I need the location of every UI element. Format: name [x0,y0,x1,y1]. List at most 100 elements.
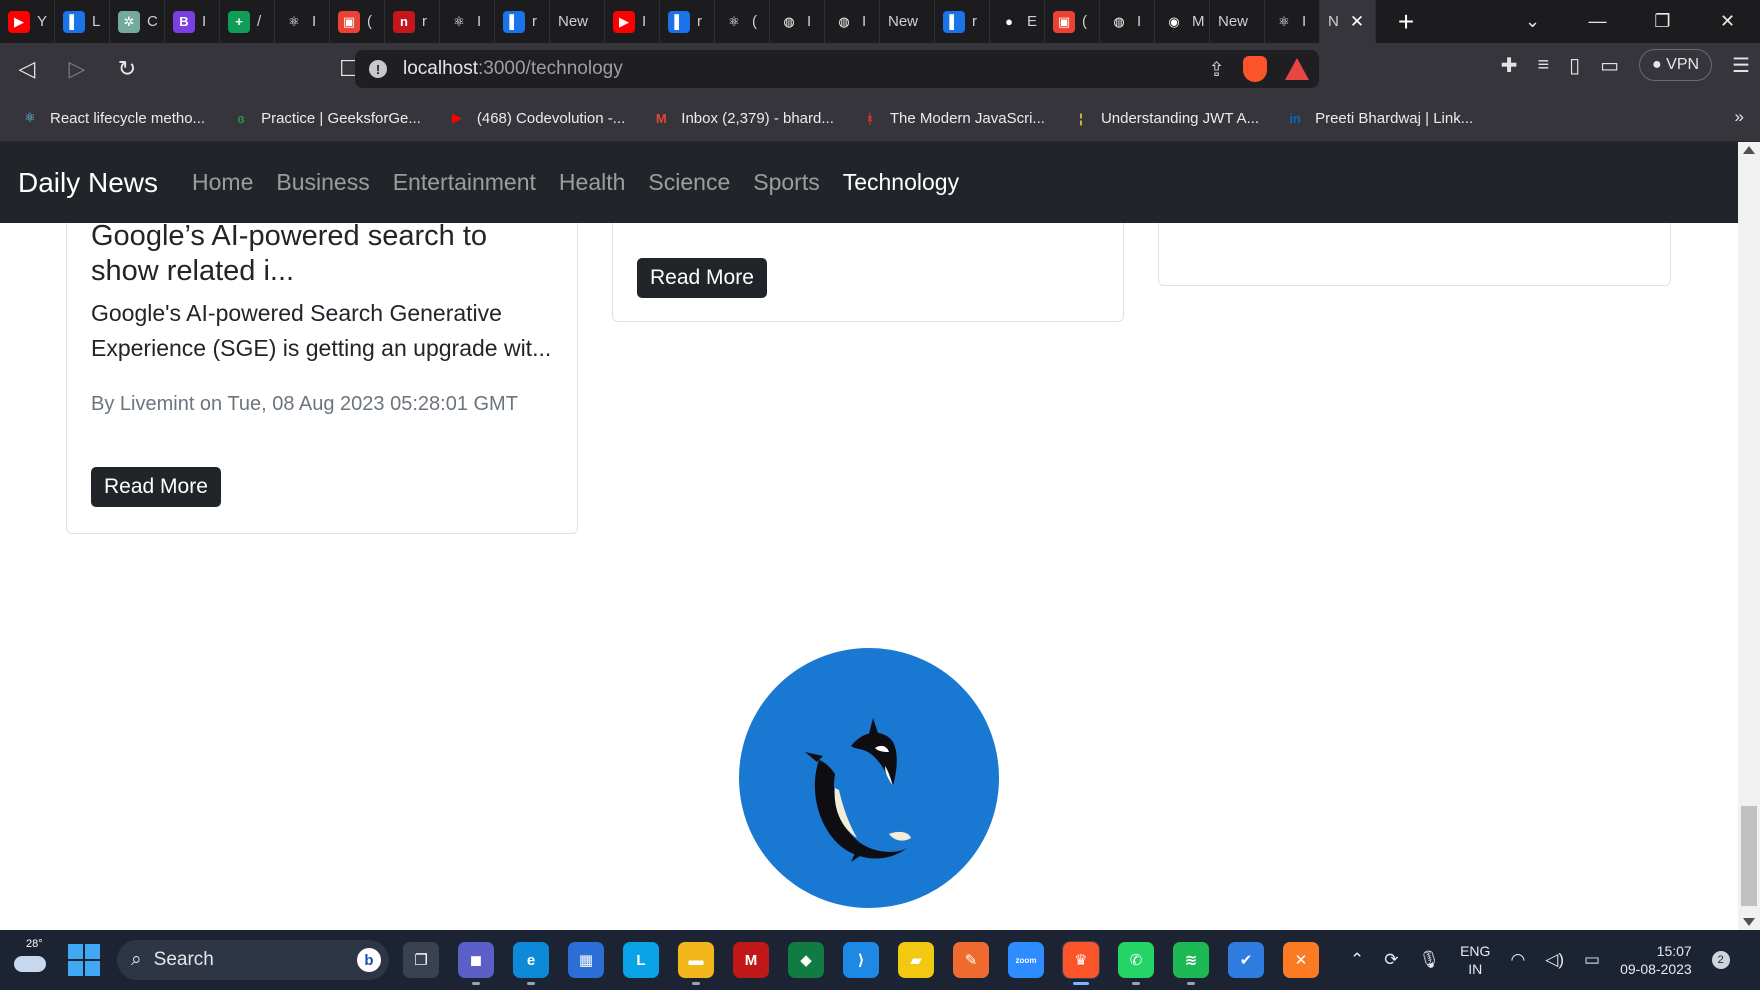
browser-tab[interactable]: New [1210,0,1265,43]
meet-icon[interactable]: ◼ [458,942,494,985]
bookmark-item[interactable]: ¦ Understanding JWT A... [1071,108,1259,128]
mcafee-icon[interactable]: M [733,942,769,978]
browser-tab[interactable]: nr [385,0,440,43]
browser-tab[interactable]: ⚛( [715,0,770,43]
wallet-icon[interactable]: ▭ [1600,53,1619,78]
bookmark-item[interactable]: ɞ Practice | GeeksforGe... [231,108,421,128]
language-indicator[interactable]: ENG IN [1460,942,1490,978]
microphone-icon[interactable]: 🎙︎ [1419,950,1441,970]
bookmark-item[interactable]: ⚛ React lifecycle metho... [20,108,205,128]
restore-button[interactable]: ❐ [1630,11,1695,32]
bookmark-item[interactable]: M Inbox (2,379) - bhard... [651,108,834,128]
site-info-icon[interactable]: ! [369,60,387,78]
file-explorer-icon[interactable]: ▬ [678,942,714,985]
vscode-icon[interactable]: ⟩ [843,942,879,978]
scroll-down-arrow-icon[interactable] [1743,918,1755,926]
read-more-button[interactable]: Read More [91,467,221,507]
browser-tab[interactable]: New [550,0,605,43]
browser-tab[interactable]: ◍ I [825,0,880,43]
task-view-icon[interactable]: ❐ [403,942,439,978]
address-bar[interactable]: ! localhost:3000/technology ⇪ [355,50,1319,88]
browser-tab[interactable]: + / [220,0,275,43]
page-scrollbar[interactable] [1738,142,1760,930]
read-more-button[interactable]: Read More [637,258,767,298]
browser-tab[interactable]: ▣( [330,0,385,43]
browser-tab[interactable]: New [880,0,935,43]
nav-link-entertainment[interactable]: Entertainment [393,169,536,196]
clock[interactable]: 15:07 09-08-2023 [1620,942,1692,978]
xampp-icon[interactable]: ✕ [1283,942,1319,978]
tab-favicon-icon: ▌ [63,10,85,33]
reload-button[interactable]: ↻ [104,46,150,92]
scroll-up-arrow-icon[interactable] [1743,146,1755,154]
close-window-button[interactable]: ✕ [1695,11,1760,32]
bookmark-item[interactable]: ᚼ The Modern JavaScri... [860,108,1045,128]
bookmarks-overflow-icon[interactable]: » [1735,107,1744,127]
todo-icon[interactable]: ✔ [1228,942,1264,978]
browser-tab[interactable]: BI [165,0,220,43]
spotify-icon[interactable]: ≋ [1173,942,1209,985]
brave-rewards-icon[interactable] [1285,58,1309,80]
browser-tab-active[interactable]: N ✕ [1320,0,1376,43]
browser-tab[interactable]: ◍ I [1100,0,1155,43]
start-button[interactable] [68,944,100,976]
browser-tab[interactable]: ▣( [1045,0,1100,43]
taskbar-search[interactable]: ⌕ Search b [117,940,389,980]
wifi-icon[interactable]: ◠ [1510,950,1525,970]
nav-link-health[interactable]: Health [559,169,625,196]
browser-tab[interactable]: ⚛ I [1265,0,1320,43]
show-hidden-icons-icon[interactable]: ⌃ [1350,950,1364,970]
url-text[interactable]: localhost:3000/technology [403,58,623,80]
whatsapp-icon[interactable]: ✆ [1118,942,1154,985]
scrollbar-thumb[interactable] [1741,806,1757,906]
browser-tab[interactable]: ▌ r [495,0,550,43]
extensions-icon[interactable]: ✚ [1501,53,1518,78]
nav-link-science[interactable]: Science [648,169,730,196]
new-tab-button[interactable]: + [1376,0,1436,43]
volume-icon[interactable]: ◁) [1545,950,1564,970]
notification-badge[interactable]: 2 [1711,951,1730,969]
bing-icon[interactable]: b [357,948,381,972]
weather-widget[interactable]: 28° [12,938,48,976]
site-brand[interactable]: Daily News [18,167,158,199]
browser-tab[interactable]: ✲ C [110,0,165,43]
browser-tab[interactable]: ⚛ I [440,0,495,43]
browser-tab[interactable]: ▌ r [935,0,990,43]
browser-tab[interactable]: ◍ I [770,0,825,43]
sidebar-icon[interactable]: ▯ [1569,53,1580,78]
nav-link-business[interactable]: Business [276,169,369,196]
minimize-button[interactable]: — [1565,11,1630,32]
browser-tab[interactable]: ⚛ I [275,0,330,43]
l-app-icon[interactable]: L [623,942,659,978]
brave-shields-icon[interactable] [1243,56,1267,82]
vpn-button[interactable]: ● VPN [1639,49,1713,81]
browser-tab[interactable]: ▶ Y [0,0,55,43]
forward-button[interactable]: ▷ [54,46,100,92]
sync-icon[interactable]: ⟳ [1384,950,1398,970]
zoom-icon[interactable]: zoom [1008,942,1044,978]
close-tab-icon[interactable]: ✕ [1350,12,1364,32]
mongodb-compass-icon[interactable]: ◆ [788,942,824,978]
browser-tab[interactable]: ● E [990,0,1045,43]
browser-tab[interactable]: ▌ L [55,0,110,43]
nav-link-sports[interactable]: Sports [753,169,819,196]
menu-icon[interactable]: ☰ [1732,53,1750,78]
edge-icon[interactable]: e [513,942,549,985]
browser-tab[interactable]: ◉ M [1155,0,1210,43]
battery-icon[interactable]: ▭ [1584,950,1600,970]
playlist-icon[interactable]: ≡ [1537,54,1549,77]
browser-tab[interactable]: ▶ I [605,0,660,43]
bookmark-item[interactable]: ▶ (468) Codevolution -... [447,108,625,128]
nav-link-technology[interactable]: Technology [843,169,959,196]
brave-icon[interactable]: ♛ [1062,941,1100,985]
tab-search-dropdown-icon[interactable]: ⌄ [1500,11,1565,32]
share-icon[interactable]: ⇪ [1208,57,1225,82]
sticky-notes-icon[interactable]: ▰ [898,942,934,978]
browser-tab[interactable]: ▌ r [660,0,715,43]
postman-icon[interactable]: ✎ [953,942,989,978]
store-icon[interactable]: ▦ [568,942,604,978]
back-button[interactable]: ◁ [4,46,50,92]
nav-link-home[interactable]: Home [192,169,253,196]
tab-title: I [862,13,867,30]
bookmark-item[interactable]: in Preeti Bhardwaj | Link... [1285,108,1473,128]
